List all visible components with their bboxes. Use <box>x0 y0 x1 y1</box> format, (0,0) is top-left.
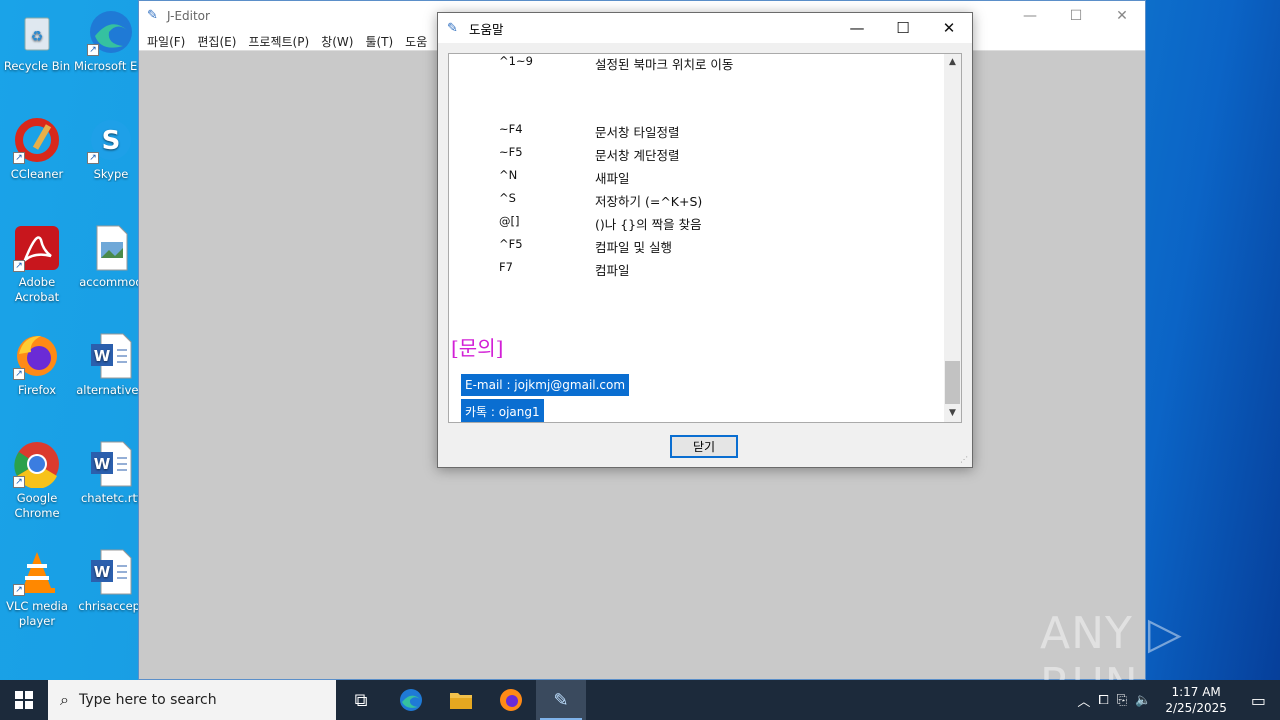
clock-date: 2/25/2025 <box>1165 701 1227 715</box>
menu-edit[interactable]: 편집(E) <box>191 31 242 50</box>
close-button[interactable]: 닫기 <box>670 435 738 458</box>
desktop-icon-skype[interactable]: S ↗ Skype <box>74 116 148 182</box>
task-view-button[interactable]: ⧉ <box>336 680 386 720</box>
image-file-icon <box>87 224 135 272</box>
notepad-icon: ✎ <box>553 689 569 711</box>
help-text-area[interactable]: ^1~9 설정된 북마크 위치로 이동 ~F4 문서창 타일정렬 ~F5 문서창… <box>448 53 962 423</box>
notepad-icon: ✎ <box>147 8 158 23</box>
help-dialog: ✎ 도움말 — ☐ ✕ ^1~9 설정된 북마크 위치로 이동 ~F4 문서창 … <box>437 12 973 468</box>
firefox-icon <box>500 689 522 711</box>
help-row: F7 컴파일 <box>499 260 630 278</box>
help-row: ^S 저장하기 (=^K+S) <box>499 191 703 209</box>
clock-time: 1:17 AM <box>1171 685 1221 699</box>
word-doc-icon: W <box>87 332 135 380</box>
maximize-icon[interactable]: ☐ <box>1053 1 1099 31</box>
help-row: @[] ()나 {}의 짝을 찾음 <box>499 214 702 232</box>
minimize-icon[interactable]: — <box>834 13 880 43</box>
help-row: ^N 새파일 <box>499 168 630 186</box>
help-row: ^F5 컴파일 및 실행 <box>499 237 672 255</box>
desktop-icon-edge[interactable]: ↗ Microsoft Edge <box>74 8 148 74</box>
task-view-icon: ⧉ <box>354 689 368 711</box>
desktop-icon-acrobat[interactable]: ↗ Adobe Acrobat <box>0 224 74 305</box>
taskbar-jeditor[interactable]: ✎ <box>536 680 586 720</box>
close-icon[interactable]: ✕ <box>926 13 972 43</box>
jeditor-title: J-Editor <box>167 9 210 23</box>
svg-text:W: W <box>94 455 111 473</box>
menu-project[interactable]: 프로젝트(P) <box>242 31 315 50</box>
volume-icon[interactable]: 🔈 <box>1131 693 1155 708</box>
menu-window[interactable]: 창(W) <box>315 31 359 50</box>
word-doc-icon: W <box>87 440 135 488</box>
chevron-up-icon[interactable]: ︿ <box>1073 691 1094 710</box>
system-tray: ︿ ⧠ ⎘ 🔈 1:17 AM 2/25/2025 ▭ <box>1073 680 1280 720</box>
desktop-icon-chrisaccep[interactable]: W chrisaccep. <box>74 548 148 614</box>
menu-file[interactable]: 파일(F) <box>141 31 191 50</box>
help-row: ~F5 문서창 계단정렬 <box>499 145 680 163</box>
ccleaner-icon: ↗ <box>13 116 61 164</box>
desktop-icon-accommod[interactable]: accommod <box>74 224 148 290</box>
search-placeholder: Type here to search <box>78 692 217 708</box>
vlc-icon: ↗ <box>13 548 61 596</box>
vertical-scrollbar[interactable]: ▲ ▼ <box>944 54 961 422</box>
edge-icon: ↗ <box>87 8 135 56</box>
minimize-icon[interactable]: — <box>1007 1 1053 31</box>
ethernet-icon[interactable]: ⎘ <box>1113 693 1131 708</box>
taskbar-edge[interactable] <box>386 680 436 720</box>
start-button[interactable] <box>0 680 48 720</box>
taskbar-firefox[interactable] <box>486 680 536 720</box>
svg-text:W: W <box>94 347 111 365</box>
notepad-icon: ✎ <box>447 20 458 36</box>
skype-icon: S ↗ <box>87 116 135 164</box>
acrobat-icon: ↗ <box>13 224 61 272</box>
chrome-icon: ↗ <box>13 440 61 489</box>
help-row: ^1~9 설정된 북마크 위치로 이동 <box>499 54 734 72</box>
search-icon: ⌕ <box>60 690 69 709</box>
menu-help[interactable]: 도움 <box>399 31 433 50</box>
help-row: ~F4 문서창 타일정렬 <box>499 122 680 140</box>
close-icon[interactable]: ✕ <box>1099 1 1145 31</box>
desktop-icon-chrome[interactable]: ↗ Google Chrome <box>0 440 74 521</box>
contact-kakao: 카톡 : ojang1 <box>461 399 544 422</box>
svg-text:W: W <box>94 563 111 581</box>
desktop-icon-recycle-bin[interactable]: ♻ Recycle Bin <box>0 8 74 74</box>
windows-icon <box>15 691 33 709</box>
network-icon[interactable]: ⧠ <box>1094 693 1112 708</box>
taskbar-search[interactable]: ⌕ Type here to search <box>48 680 336 720</box>
help-dialog-titlebar[interactable]: ✎ 도움말 — ☐ ✕ <box>438 13 972 43</box>
firefox-icon: ↗ <box>13 332 61 380</box>
desktop-icon-ccleaner[interactable]: ↗ CCleaner <box>0 116 74 182</box>
clock[interactable]: 1:17 AM 2/25/2025 <box>1155 684 1237 716</box>
edge-icon <box>400 689 422 711</box>
help-dialog-title: 도움말 <box>469 21 504 37</box>
recycle-bin-icon: ♻ <box>13 8 61 56</box>
maximize-icon[interactable]: ☐ <box>880 13 926 43</box>
desktop: ♻ Recycle Bin ↗ Microsoft Edge ↗ CCleane… <box>0 0 1280 680</box>
taskbar: ⌕ Type here to search ⧉ ✎ ︿ ⧠ ⎘ 🔈 1:17 A… <box>0 680 1280 720</box>
desktop-icon-firefox[interactable]: ↗ Firefox <box>0 332 74 398</box>
notification-icon[interactable]: ▭ <box>1237 691 1280 710</box>
svg-text:♻: ♻ <box>31 29 44 45</box>
desktop-icon-vlc[interactable]: ↗ VLC media player <box>0 548 74 629</box>
scroll-down-icon[interactable]: ▼ <box>944 405 961 422</box>
contact-heading: [문의] <box>451 336 504 360</box>
resize-grip-icon[interactable]: ⋰ <box>960 455 970 465</box>
svg-text:S: S <box>102 126 121 156</box>
scroll-thumb[interactable] <box>945 361 960 404</box>
watermark: ANY ▷ RUN <box>1040 608 1183 680</box>
contact-email: E-mail : jojkmj@gmail.com <box>461 374 630 396</box>
taskbar-file-explorer[interactable] <box>436 680 486 720</box>
desktop-icon-chatetc[interactable]: W chatetc.rtf <box>74 440 148 506</box>
folder-icon <box>450 693 472 709</box>
scroll-up-icon[interactable]: ▲ <box>944 54 961 71</box>
menu-tools[interactable]: 툴(T) <box>359 31 399 50</box>
desktop-icon-alternativeu[interactable]: W alternativeu <box>74 332 148 398</box>
word-doc-icon: W <box>87 548 135 596</box>
